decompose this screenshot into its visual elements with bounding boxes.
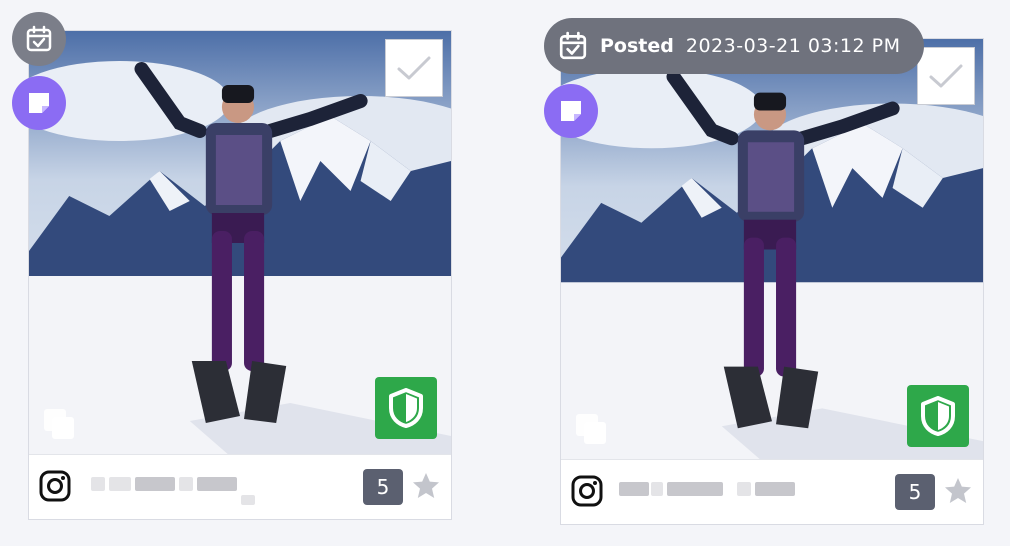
multi-image-icon bbox=[44, 409, 74, 439]
select-checkbox[interactable] bbox=[917, 47, 975, 105]
instagram-icon[interactable] bbox=[39, 470, 71, 502]
note-button[interactable] bbox=[544, 84, 598, 138]
checkmark-icon bbox=[397, 56, 431, 80]
sticky-note-icon bbox=[561, 101, 581, 121]
calendar-check-icon bbox=[26, 25, 52, 52]
shield-icon bbox=[921, 396, 955, 436]
multi-image-icon bbox=[576, 414, 606, 444]
checkmark-icon bbox=[929, 64, 963, 88]
content-card[interactable]: 5 bbox=[560, 38, 984, 525]
shield-icon bbox=[389, 388, 423, 428]
star-icon[interactable] bbox=[943, 476, 973, 506]
content-card[interactable]: 5 bbox=[28, 30, 452, 520]
sticky-note-icon bbox=[29, 93, 49, 113]
posted-date: 2023-03-21 03:12 PM bbox=[685, 35, 901, 57]
calendar-check-icon bbox=[559, 31, 587, 60]
rights-approved-badge[interactable] bbox=[375, 377, 437, 439]
select-checkbox[interactable] bbox=[385, 39, 443, 97]
ugc-count-badge[interactable]: 5 bbox=[363, 469, 403, 505]
ugc-count-badge[interactable]: 5 bbox=[895, 474, 935, 510]
card-footer: 5 bbox=[561, 459, 983, 524]
rights-approved-badge[interactable] bbox=[907, 385, 969, 447]
note-button[interactable] bbox=[12, 76, 66, 130]
star-icon[interactable] bbox=[411, 471, 441, 501]
posted-label: Posted bbox=[600, 35, 674, 57]
card-footer: 5 bbox=[29, 454, 451, 519]
posted-tooltip[interactable]: Posted 2023-03-21 03:12 PM bbox=[544, 18, 924, 74]
schedule-button[interactable] bbox=[12, 12, 66, 66]
instagram-icon[interactable] bbox=[571, 475, 603, 507]
